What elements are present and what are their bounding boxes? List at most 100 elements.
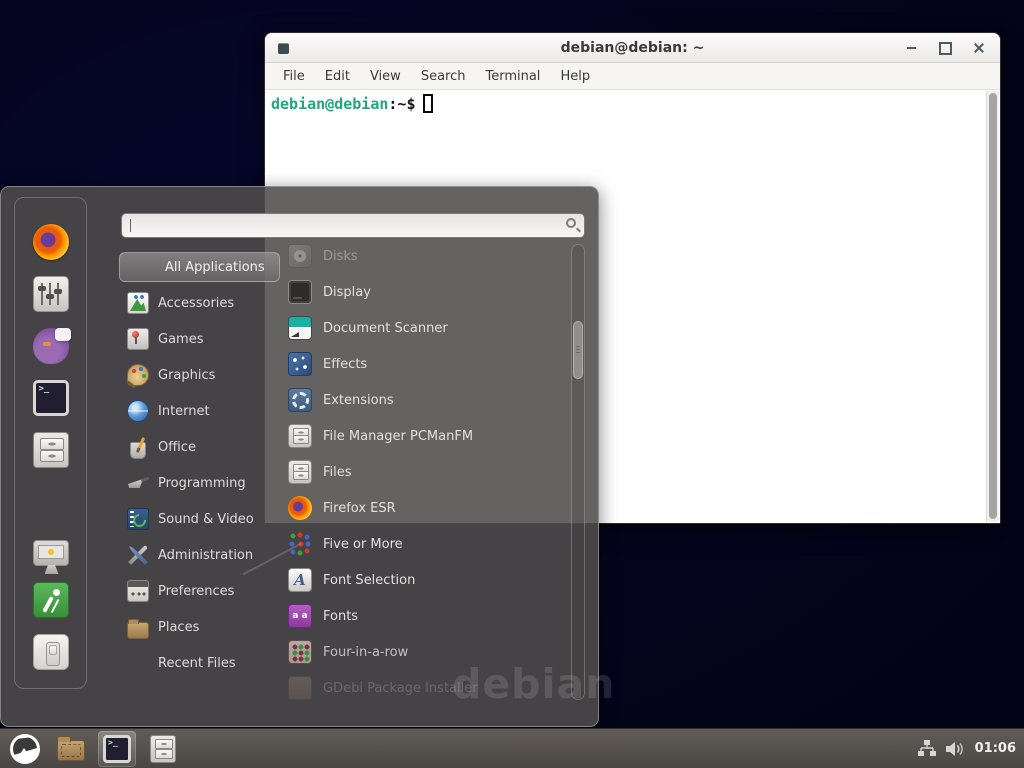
- category-label: Preferences: [158, 584, 234, 599]
- app-icon: [288, 460, 312, 484]
- application-list: Disks Display Document Scanner Effects: [284, 238, 570, 714]
- app-icon: [288, 640, 312, 664]
- category-item[interactable]: Office: [119, 429, 281, 465]
- category-label: Games: [158, 332, 203, 347]
- category-icon: [127, 508, 149, 530]
- favorite-lock-screen[interactable]: [33, 540, 69, 566]
- category-label: Office: [158, 440, 196, 455]
- category-item[interactable]: Preferences: [119, 573, 281, 609]
- launcher-icon: [150, 735, 176, 763]
- launcher-icon: [103, 735, 131, 763]
- favorites-panel: [14, 197, 87, 689]
- favorite-pidgin[interactable]: [33, 328, 69, 364]
- category-item[interactable]: Recent Files: [119, 645, 281, 681]
- category-item[interactable]: Administration: [119, 537, 281, 573]
- favorite-firefox[interactable]: [33, 224, 69, 260]
- terminal-cursor: [423, 94, 433, 113]
- category-icon: [127, 400, 149, 422]
- app-item[interactable]: GDebi Package Installer: [284, 670, 570, 706]
- category-item[interactable]: Internet: [119, 393, 281, 429]
- terminal-prompt: debian@debian:~$: [271, 94, 433, 113]
- terminal-scrollbar-thumb[interactable]: [989, 93, 997, 519]
- app-item[interactable]: Document Scanner: [284, 310, 570, 346]
- close-button[interactable]: [970, 39, 988, 57]
- app-icon: [288, 496, 312, 520]
- app-item[interactable]: Files: [284, 454, 570, 490]
- files-launcher[interactable]: [144, 731, 182, 767]
- category-icon: [134, 256, 156, 278]
- menu-button[interactable]: [6, 731, 44, 767]
- category-label: Programming: [158, 476, 246, 491]
- app-item[interactable]: Extensions: [284, 382, 570, 418]
- category-label: Administration: [158, 548, 253, 563]
- favorite-logout[interactable]: [33, 582, 69, 618]
- menubar-item[interactable]: View: [360, 63, 411, 90]
- app-item[interactable]: Font Selection: [284, 562, 570, 598]
- menubar-item[interactable]: Edit: [315, 63, 360, 90]
- app-label: Firefox ESR: [323, 501, 396, 516]
- minimize-button[interactable]: [902, 39, 920, 57]
- app-list-scrollbar-thumb[interactable]: [573, 321, 583, 379]
- app-item[interactable]: Firefox ESR: [284, 490, 570, 526]
- category-label: All Applications: [165, 260, 265, 275]
- app-item[interactable]: Four-in-a-row: [284, 634, 570, 670]
- terminal-scrollbar[interactable]: [986, 91, 999, 522]
- favorite-settings[interactable]: [33, 276, 69, 312]
- app-label: Disks: [323, 249, 358, 264]
- favorite-file-manager[interactable]: [33, 432, 69, 468]
- app-item[interactable]: Fonts: [284, 598, 570, 634]
- category-item[interactable]: Graphics: [119, 357, 281, 393]
- category-icon: [127, 364, 149, 386]
- window-controls: [902, 33, 988, 63]
- app-item[interactable]: File Manager PCManFM: [284, 418, 570, 454]
- category-icon: [127, 292, 149, 314]
- taskbar-launchers: [0, 729, 182, 768]
- search-input[interactable]: [121, 213, 585, 238]
- app-label: Font Selection: [323, 573, 415, 588]
- category-label: Internet: [158, 404, 210, 419]
- app-label: Five or More: [323, 537, 403, 552]
- app-label: Extensions: [323, 393, 394, 408]
- app-icon: [288, 424, 312, 448]
- file-manager-launcher[interactable]: [52, 731, 90, 767]
- category-icon: [127, 580, 149, 602]
- favorites-top: [15, 224, 86, 468]
- menubar-item[interactable]: Help: [550, 63, 600, 90]
- category-list: All Applications Accessories Games Graph…: [119, 249, 281, 681]
- category-item[interactable]: Games: [119, 321, 281, 357]
- search-box: [121, 213, 585, 238]
- menubar-item[interactable]: File: [273, 63, 315, 90]
- app-icon: [288, 532, 312, 556]
- network-icon[interactable]: [918, 740, 936, 757]
- app-item[interactable]: Disks: [284, 238, 570, 274]
- category-item[interactable]: Programming: [119, 465, 281, 501]
- app-label: GDebi Package Installer: [323, 681, 478, 696]
- favorite-shutdown[interactable]: [33, 634, 69, 670]
- launcher-icon: [10, 734, 40, 764]
- app-item[interactable]: Five or More: [284, 526, 570, 562]
- app-label: Document Scanner: [323, 321, 448, 336]
- category-label: Places: [158, 620, 199, 635]
- maximize-button[interactable]: [936, 39, 954, 57]
- search-icon: [566, 218, 576, 228]
- taskbar-tray: 01:06: [918, 729, 1024, 768]
- terminal-task-button[interactable]: [98, 731, 136, 767]
- category-item[interactable]: Sound & Video: [119, 501, 281, 537]
- app-item[interactable]: Display: [284, 274, 570, 310]
- menubar-item[interactable]: Search: [411, 63, 476, 90]
- category-item[interactable]: Accessories: [119, 285, 281, 321]
- menubar-item[interactable]: Terminal: [475, 63, 550, 90]
- category-item[interactable]: Places: [119, 609, 281, 645]
- clock[interactable]: 01:06: [975, 741, 1016, 756]
- app-item[interactable]: Effects: [284, 346, 570, 382]
- category-item[interactable]: All Applications: [119, 252, 280, 282]
- category-label: Accessories: [158, 296, 234, 311]
- favorite-terminal[interactable]: [33, 380, 69, 416]
- volume-icon[interactable]: [946, 741, 965, 757]
- app-label: File Manager PCManFM: [323, 429, 473, 444]
- app-icon: [288, 568, 312, 592]
- terminal-titlebar[interactable]: debian@debian: ~: [265, 33, 1000, 63]
- launcher-icon: [57, 740, 85, 761]
- prompt-user-host: debian@debian: [271, 95, 388, 113]
- app-list-scrollbar[interactable]: [571, 244, 585, 700]
